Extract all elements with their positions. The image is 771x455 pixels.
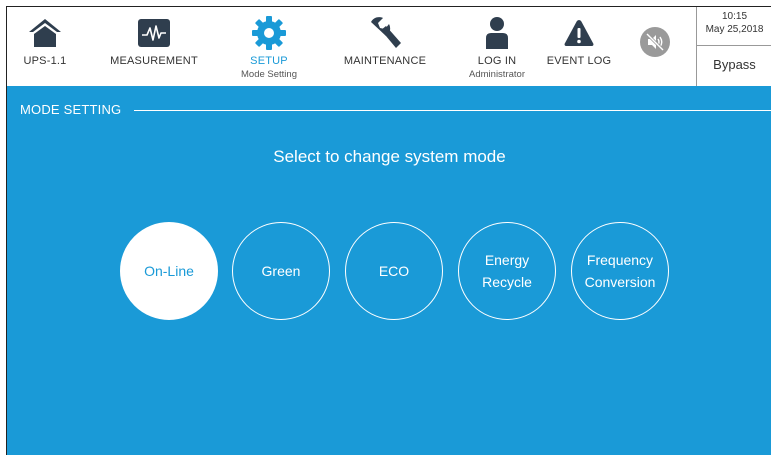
warning-icon: [563, 17, 595, 49]
nav-label-measurement: MEASUREMENT: [110, 55, 198, 67]
mute-button[interactable]: [640, 27, 670, 57]
waveform-icon: [137, 17, 171, 49]
nav-item-setup[interactable]: SETUP Mode Setting: [229, 7, 309, 86]
home-icon: [28, 17, 62, 49]
nav-item-measurement[interactable]: MEASUREMENT: [104, 7, 204, 86]
nav-label-login: LOG IN: [477, 55, 517, 67]
nav-label-setup: SETUP: [250, 55, 288, 67]
nav-label-ups: UPS-1.1: [23, 55, 67, 67]
nav-label-event-log: EVENT LOG: [546, 55, 612, 67]
nav-item-maintenance[interactable]: MAINTENANCE: [337, 7, 433, 86]
nav-sublabel-setup: Mode Setting: [241, 69, 297, 80]
nav-item-event-log[interactable]: EVENT LOG: [539, 7, 619, 86]
wrench-icon: [367, 17, 403, 49]
nav-sublabel-login: Administrator: [469, 69, 525, 80]
nav-label-maintenance: MAINTENANCE: [343, 55, 427, 67]
mode-option-label: Frequency Conversion: [584, 252, 656, 290]
mute-icon: [645, 32, 665, 52]
mode-option-online[interactable]: On-Line: [120, 222, 218, 320]
mode-option-label: Energy Recycle: [482, 252, 532, 290]
nav-item-login[interactable]: LOG IN Administrator: [453, 7, 541, 86]
mode-option-frequency-conversion[interactable]: Frequency Conversion: [571, 222, 669, 320]
status-panel: 10:15 May 25,2018 Bypass: [696, 7, 771, 86]
mode-prompt: Select to change system mode: [273, 147, 506, 166]
mode-option-eco[interactable]: ECO: [345, 222, 443, 320]
mode-option-label: On-Line: [144, 263, 194, 279]
gear-icon: [251, 16, 287, 50]
system-mode-status: Bypass: [713, 57, 756, 72]
mode-option-label: ECO: [378, 263, 410, 279]
clock-time: 10:15: [721, 11, 748, 22]
mode-setting-panel: MODE SETTING Select to change system mod…: [7, 86, 771, 455]
section-divider: [134, 110, 771, 111]
user-icon: [485, 17, 509, 49]
ups-screen: UPS-1.1 MEASUREMENT SETUP Mode Setting M…: [6, 6, 771, 455]
nav-item-ups[interactable]: UPS-1.1: [7, 7, 83, 86]
mode-option-label: Green: [261, 263, 301, 279]
top-navigation-bar: UPS-1.1 MEASUREMENT SETUP Mode Setting M…: [7, 7, 771, 86]
section-title: MODE SETTING: [20, 102, 122, 117]
status-divider: [697, 45, 771, 46]
mode-option-energy-recycle[interactable]: Energy Recycle: [458, 222, 556, 320]
clock-date: May 25,2018: [705, 24, 764, 35]
mode-option-green[interactable]: Green: [232, 222, 330, 320]
